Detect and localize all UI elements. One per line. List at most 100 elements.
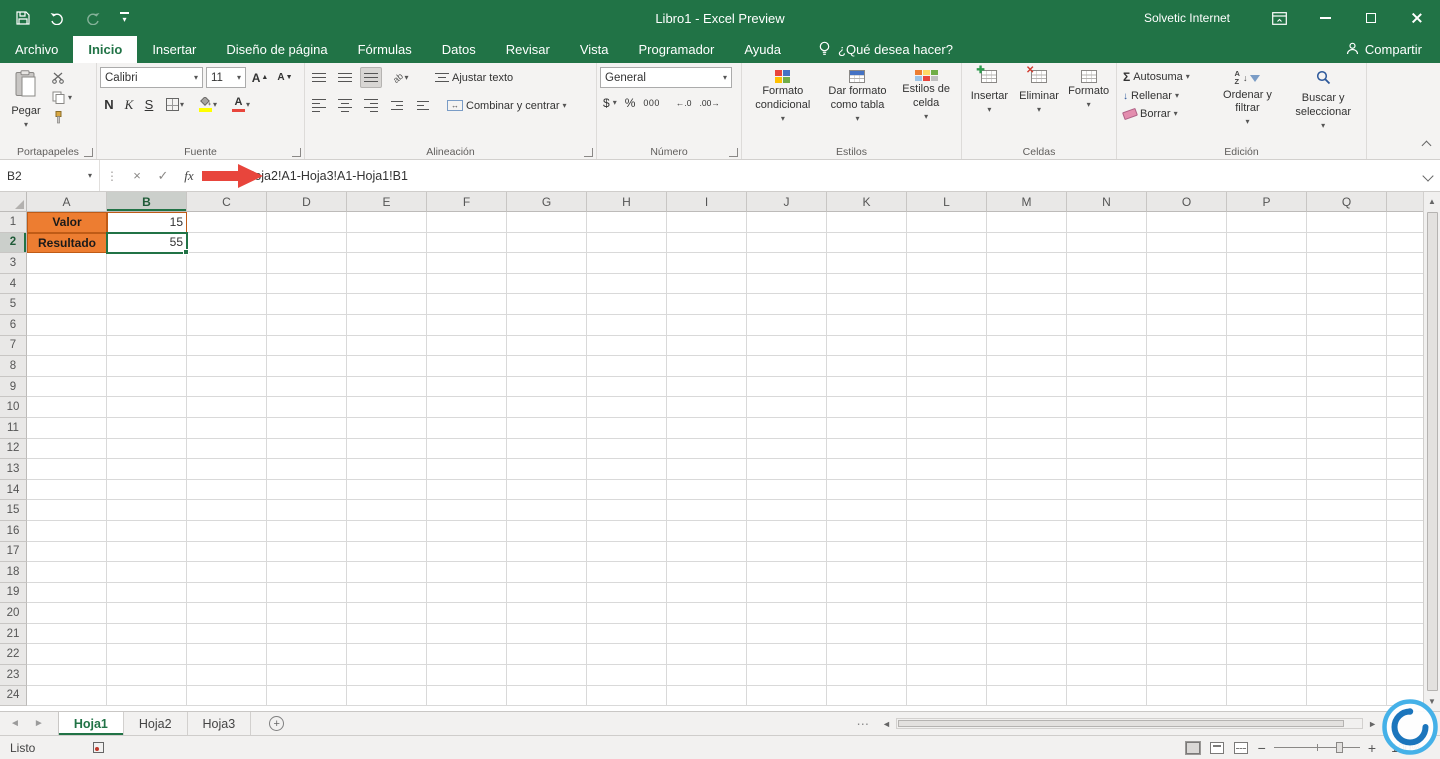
- cell-c10[interactable]: [187, 397, 267, 418]
- tab-diseno-de-pagina[interactable]: Diseño de página: [211, 36, 342, 63]
- cell-a23[interactable]: [27, 665, 107, 686]
- row-header-5[interactable]: 5: [0, 294, 27, 315]
- cell-n17[interactable]: [1067, 541, 1147, 563]
- tab-ayuda[interactable]: Ayuda: [729, 36, 796, 63]
- cell-j16[interactable]: [747, 520, 827, 542]
- cell-i23[interactable]: [667, 665, 747, 686]
- cell-p18[interactable]: [1227, 562, 1307, 583]
- cell-l8[interactable]: [907, 356, 987, 377]
- row-header-11[interactable]: 11: [0, 417, 27, 439]
- font-family-select[interactable]: Calibri ▾: [100, 67, 203, 88]
- cell-n6[interactable]: [1067, 314, 1147, 336]
- cell-k7[interactable]: [827, 335, 907, 357]
- cell-p20[interactable]: [1227, 603, 1307, 624]
- tab-vista[interactable]: Vista: [565, 36, 624, 63]
- row-header-14[interactable]: 14: [0, 479, 27, 501]
- cell-j10[interactable]: [747, 397, 827, 418]
- cell-a16[interactable]: [27, 520, 107, 542]
- cell-f10[interactable]: [427, 397, 507, 418]
- cell-k1[interactable]: [827, 212, 907, 233]
- cell-c5[interactable]: [187, 294, 267, 315]
- cell-l16[interactable]: [907, 520, 987, 542]
- page-break-view-icon[interactable]: [1233, 741, 1248, 754]
- cell-g16[interactable]: [507, 520, 587, 542]
- cell-d15[interactable]: [267, 500, 347, 521]
- cell-q5[interactable]: [1307, 294, 1387, 315]
- cell-g5[interactable]: [507, 294, 587, 315]
- column-header-o[interactable]: O: [1147, 192, 1227, 212]
- cell-p3[interactable]: [1227, 253, 1307, 274]
- cell-f23[interactable]: [427, 665, 507, 686]
- cell-a2[interactable]: Resultado: [27, 232, 107, 254]
- select-all-corner[interactable]: [0, 192, 27, 212]
- cell-l22[interactable]: [907, 644, 987, 666]
- cell-h9[interactable]: [587, 376, 667, 398]
- cell-m1[interactable]: [987, 212, 1067, 233]
- cell-f17[interactable]: [427, 541, 507, 563]
- cell-n13[interactable]: [1067, 459, 1147, 480]
- sort-filter-button[interactable]: AZ ↓ Ordenar y filtrar ▾: [1212, 67, 1284, 144]
- cell-a17[interactable]: [27, 541, 107, 563]
- cell-m24[interactable]: [987, 685, 1067, 707]
- cell-p16[interactable]: [1227, 520, 1307, 542]
- name-box[interactable]: B2 ▾: [0, 160, 100, 191]
- cell-g9[interactable]: [507, 376, 587, 398]
- cell-o11[interactable]: [1147, 417, 1227, 439]
- cell-e8[interactable]: [347, 356, 427, 377]
- cell-c13[interactable]: [187, 459, 267, 480]
- cell-l19[interactable]: [907, 582, 987, 604]
- cell-h18[interactable]: [587, 562, 667, 583]
- clipboard-dialog-launcher[interactable]: [84, 148, 93, 157]
- align-center-icon[interactable]: [334, 95, 356, 116]
- cell-k20[interactable]: [827, 603, 907, 624]
- cell-b14[interactable]: [107, 479, 187, 501]
- cell-c21[interactable]: [187, 623, 267, 645]
- delete-cells-button[interactable]: ✕ Eliminar ▾: [1014, 66, 1065, 144]
- cell-p23[interactable]: [1227, 665, 1307, 686]
- cell-l10[interactable]: [907, 397, 987, 418]
- decrease-decimal-icon[interactable]: .00→: [697, 97, 723, 109]
- cell-o23[interactable]: [1147, 665, 1227, 686]
- account-name[interactable]: Solvetic Internet: [1144, 11, 1230, 25]
- share-button[interactable]: Compartir: [1346, 36, 1440, 63]
- cell-h14[interactable]: [587, 479, 667, 501]
- sheet-tab-hoja1[interactable]: Hoja1: [57, 712, 124, 735]
- cell-j1[interactable]: [747, 212, 827, 233]
- cell-l24[interactable]: [907, 685, 987, 707]
- cell-j18[interactable]: [747, 562, 827, 583]
- cell-n22[interactable]: [1067, 644, 1147, 666]
- cell-o18[interactable]: [1147, 562, 1227, 583]
- cell-g14[interactable]: [507, 479, 587, 501]
- cell-m2[interactable]: [987, 232, 1067, 254]
- cell-d12[interactable]: [267, 438, 347, 460]
- tab-datos[interactable]: Datos: [427, 36, 491, 63]
- cell-g8[interactable]: [507, 356, 587, 377]
- cell-i15[interactable]: [667, 500, 747, 521]
- cell-b13[interactable]: [107, 459, 187, 480]
- cell-b9[interactable]: [107, 376, 187, 398]
- comma-format-button[interactable]: 000: [640, 97, 663, 109]
- column-header-f[interactable]: F: [427, 192, 507, 212]
- cell-p17[interactable]: [1227, 541, 1307, 563]
- cell-h20[interactable]: [587, 603, 667, 624]
- cell-b3[interactable]: [107, 253, 187, 274]
- cell-h11[interactable]: [587, 417, 667, 439]
- column-header-d[interactable]: D: [267, 192, 347, 212]
- cell-b10[interactable]: [107, 397, 187, 418]
- cell-q11[interactable]: [1307, 417, 1387, 439]
- cell-l21[interactable]: [907, 623, 987, 645]
- cell-g23[interactable]: [507, 665, 587, 686]
- cell-k4[interactable]: [827, 273, 907, 295]
- cell-j23[interactable]: [747, 665, 827, 686]
- cell-k2[interactable]: [827, 232, 907, 254]
- cell-g10[interactable]: [507, 397, 587, 418]
- cell-c16[interactable]: [187, 520, 267, 542]
- formula-bar-expand-icon[interactable]: [1422, 170, 1434, 182]
- cell-i9[interactable]: [667, 376, 747, 398]
- cell-c22[interactable]: [187, 644, 267, 666]
- cell-g12[interactable]: [507, 438, 587, 460]
- cell-d16[interactable]: [267, 520, 347, 542]
- cell-a15[interactable]: [27, 500, 107, 521]
- cell-f5[interactable]: [427, 294, 507, 315]
- name-box-dropdown-icon[interactable]: ▾: [88, 171, 92, 180]
